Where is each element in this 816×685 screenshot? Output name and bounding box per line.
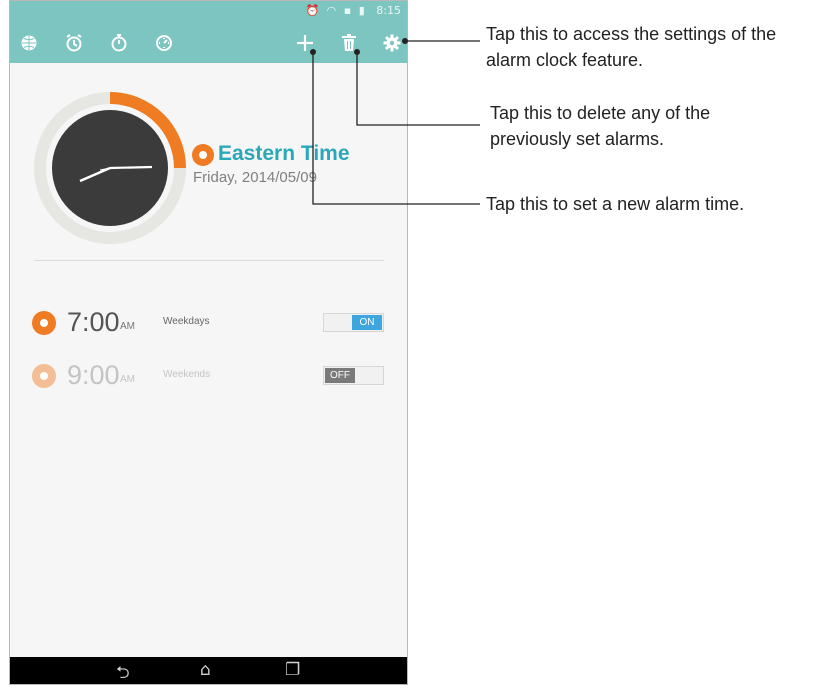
settings-callout: Tap this to access the settings of the a…	[486, 21, 776, 73]
callout-text: previously set alarms.	[490, 129, 665, 149]
add-callout: Tap this to set a new alarm time.	[486, 191, 744, 217]
delete-callout: Tap this to delete any of the previously…	[490, 100, 710, 152]
callout-text: alarm clock feature.	[486, 50, 644, 70]
callout-text: Tap this to delete any of the	[490, 103, 711, 123]
callout-text: Tap this to set a new alarm time.	[486, 194, 745, 214]
callout-text: Tap this to access the settings of the	[486, 24, 777, 44]
